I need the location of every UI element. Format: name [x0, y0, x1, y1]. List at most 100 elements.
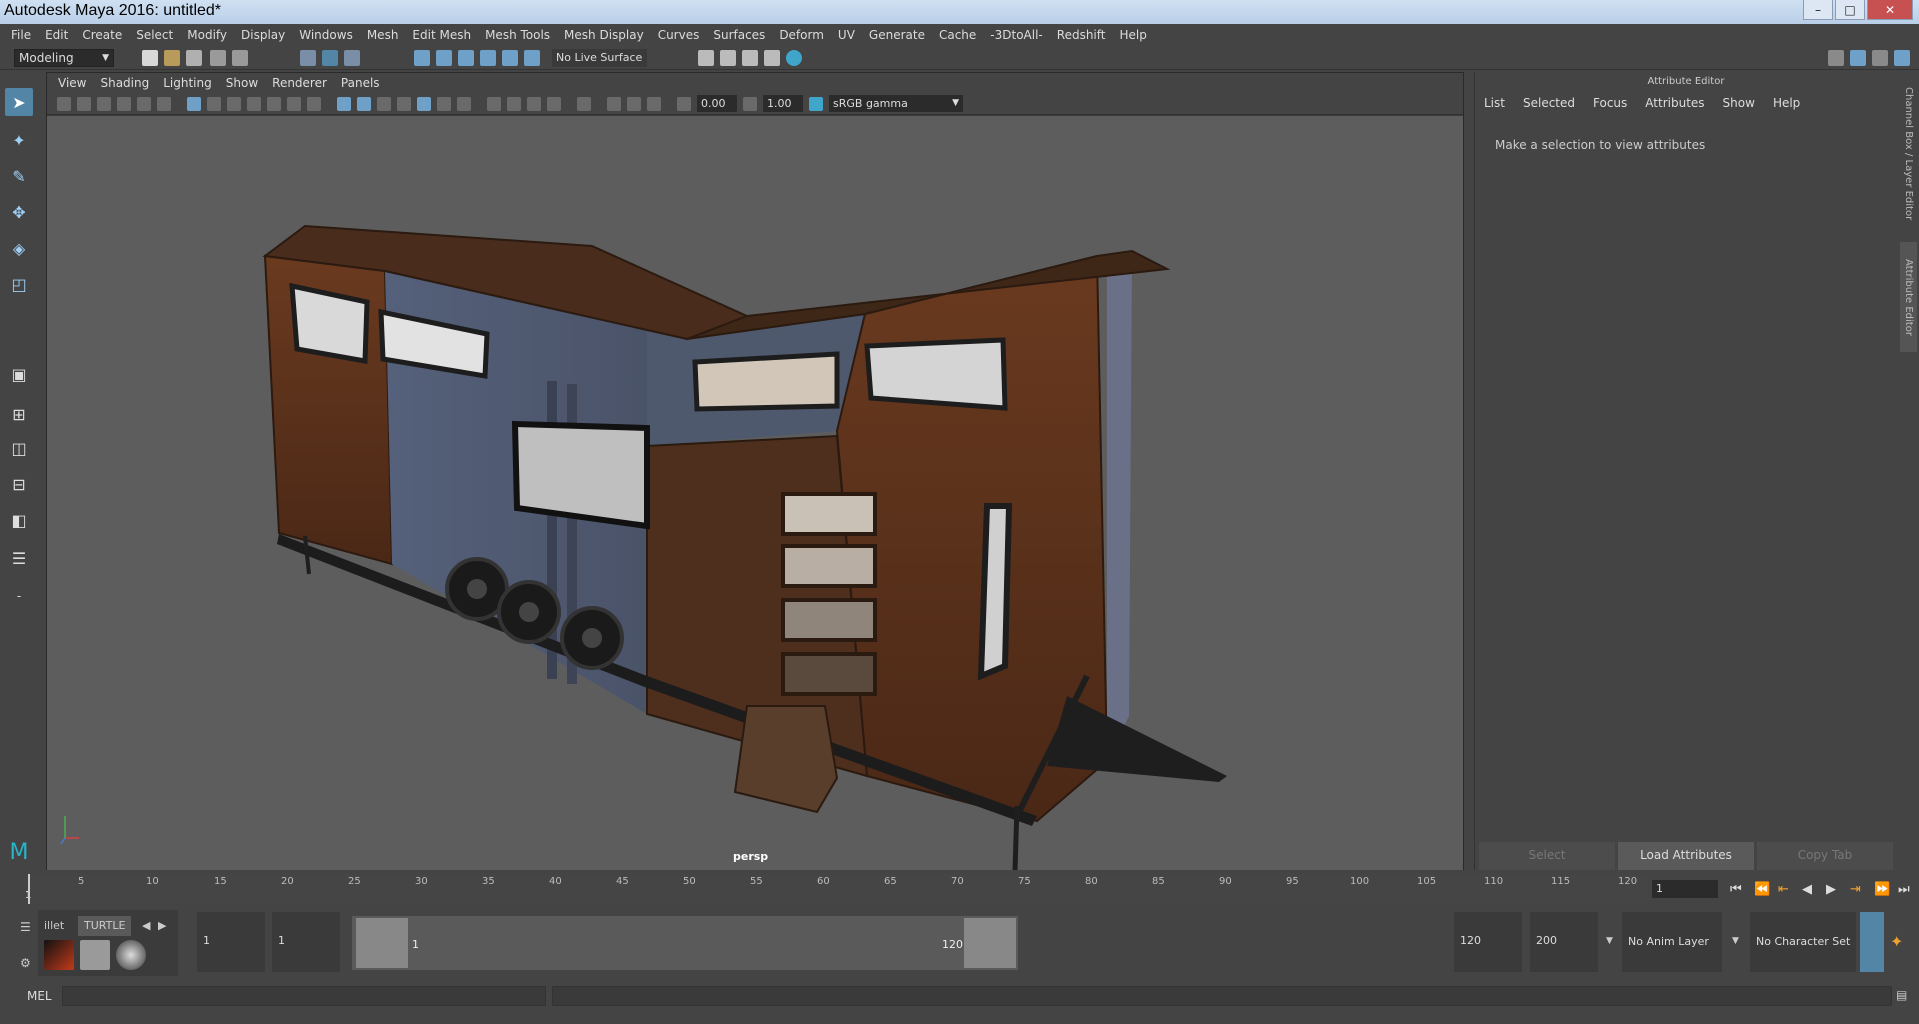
panel-menu-show[interactable]: Show [219, 76, 265, 90]
menu-generate[interactable]: Generate [862, 28, 932, 42]
isolate-select-icon[interactable] [577, 97, 591, 111]
menu-curves[interactable]: Curves [651, 28, 707, 42]
turtle-render-icon[interactable] [44, 940, 74, 970]
panel-menu-view[interactable]: View [51, 76, 93, 90]
lasso-tool-icon[interactable]: ✦ [5, 126, 33, 154]
paint-select-tool-icon[interactable]: ✎ [5, 162, 33, 190]
go-to-end-icon[interactable]: ⏭ [1898, 882, 1910, 897]
xray-components-icon[interactable] [627, 97, 641, 111]
ipr-render-icon[interactable] [742, 50, 758, 66]
shadows-icon[interactable] [457, 97, 471, 111]
ae-menu-show[interactable]: Show [1714, 96, 1764, 116]
live-surface-field[interactable]: No Live Surface [552, 49, 647, 67]
range-end-handle[interactable] [964, 918, 1016, 968]
step-forward-frame-icon[interactable]: ⏩ [1874, 882, 1890, 897]
layout-two-side-icon[interactable]: ◫ [5, 434, 33, 462]
current-frame-field[interactable]: 1 [1652, 880, 1718, 898]
ae-menu-focus[interactable]: Focus [1584, 96, 1636, 116]
wireframe-on-shaded-icon[interactable] [377, 97, 391, 111]
render-settings-icon[interactable] [698, 50, 714, 66]
make-live-icon[interactable] [524, 50, 540, 66]
grid-icon[interactable] [187, 97, 201, 111]
go-to-start-icon[interactable]: ⏮ [1730, 882, 1742, 897]
layout-persp-graph-icon[interactable]: ◧ [5, 506, 33, 534]
tab-channel-box[interactable]: Channel Box / Layer Editor [1900, 84, 1917, 224]
close-button[interactable]: ✕ [1867, 0, 1913, 20]
menu-set-dropdown[interactable]: Modeling ▼ [14, 49, 114, 67]
play-forward-icon[interactable]: ▶ [1826, 882, 1836, 897]
channel-box-toggle-icon[interactable] [1894, 50, 1910, 66]
menu-help[interactable]: Help [1112, 28, 1153, 42]
turtle-bake-icon[interactable] [80, 940, 110, 970]
xray-joints-icon[interactable] [607, 97, 621, 111]
ae-menu-attributes[interactable]: Attributes [1636, 96, 1713, 116]
bookmark-icon[interactable] [97, 97, 111, 111]
shelf-menu-icon[interactable]: ☰ [20, 920, 31, 934]
3d-viewport[interactable]: persp [47, 116, 1463, 870]
film-gate-icon[interactable] [207, 97, 221, 111]
shelf-tab-rigging[interactable]: illet [38, 916, 70, 936]
time-indicator[interactable] [28, 874, 30, 904]
camera-attributes-icon[interactable] [77, 97, 91, 111]
step-back-key-icon[interactable]: ⇤ [1778, 882, 1789, 897]
chevron-down-icon[interactable]: ▼ [1606, 936, 1613, 946]
script-language-label[interactable]: MEL [27, 989, 52, 1003]
select-button[interactable]: Select [1479, 842, 1615, 870]
view-transform-dropdown[interactable]: sRGB gamma ▼ [829, 95, 963, 112]
menu-surfaces[interactable]: Surfaces [706, 28, 772, 42]
menu-edit[interactable]: Edit [38, 28, 75, 42]
color-management-icon[interactable] [809, 97, 823, 111]
tab-attribute-editor[interactable]: Attribute Editor [1900, 242, 1917, 352]
panel-menu-shading[interactable]: Shading [93, 76, 156, 90]
select-tool-icon[interactable]: ➤ [5, 88, 33, 116]
snap-curve-icon[interactable] [436, 50, 452, 66]
panel-menu-renderer[interactable]: Renderer [265, 76, 334, 90]
camera-frame-icon[interactable] [647, 97, 661, 111]
menu-create[interactable]: Create [75, 28, 129, 42]
playback-end-field[interactable]: 120 [1454, 912, 1522, 972]
gamma-icon[interactable] [743, 97, 757, 111]
scene-end-field[interactable]: 200 [1530, 912, 1598, 972]
menu-display[interactable]: Display [234, 28, 292, 42]
panel-menu-panels[interactable]: Panels [334, 76, 387, 90]
script-editor-icon[interactable]: ▤ [1896, 988, 1907, 1002]
textured-icon[interactable] [417, 97, 431, 111]
rotate-tool-icon[interactable]: ◈ [5, 234, 33, 262]
menu-uv[interactable]: UV [831, 28, 862, 42]
grease-pencil-icon[interactable] [157, 97, 171, 111]
copy-tab-button[interactable]: Copy Tab [1757, 842, 1893, 870]
step-forward-key-icon[interactable]: ⇥ [1850, 882, 1861, 897]
ambient-occlusion-icon[interactable] [487, 97, 501, 111]
shelf-scroll-right-icon[interactable]: ▶ [158, 916, 166, 936]
gate-mask-icon[interactable] [247, 97, 261, 111]
new-scene-icon[interactable] [142, 50, 158, 66]
character-set-dropdown[interactable]: No Character Set [1750, 912, 1856, 972]
anim-layer-dropdown[interactable]: No Anim Layer [1622, 912, 1722, 972]
playback-range-slider[interactable]: 1 120 [352, 916, 1018, 970]
auto-key-icon[interactable] [1860, 912, 1884, 972]
play-backward-icon[interactable]: ◀ [1802, 882, 1812, 897]
scale-tool-icon[interactable]: ◰ [5, 270, 33, 298]
modeling-toolkit-icon[interactable] [1828, 50, 1844, 66]
snap-point-icon[interactable] [458, 50, 474, 66]
gamma-field[interactable]: 1.00 [763, 95, 803, 112]
command-input[interactable] [62, 986, 546, 1006]
select-component-icon[interactable] [344, 50, 360, 66]
load-attributes-button[interactable]: Load Attributes [1618, 842, 1754, 870]
smooth-shade-icon[interactable] [357, 97, 371, 111]
move-tool-icon[interactable]: ✥ [5, 198, 33, 226]
menu-mesh-tools[interactable]: Mesh Tools [478, 28, 557, 42]
tool-settings-icon[interactable] [1872, 50, 1888, 66]
layout-single-icon[interactable]: ▣ [5, 360, 33, 388]
ae-menu-help[interactable]: Help [1764, 96, 1809, 116]
scene-start-field[interactable]: 1 [197, 912, 265, 972]
xray-icon[interactable] [397, 97, 411, 111]
ae-menu-selected[interactable]: Selected [1514, 96, 1584, 116]
panel-menu-lighting[interactable]: Lighting [156, 76, 219, 90]
menu-select[interactable]: Select [129, 28, 180, 42]
menu-3dtoall[interactable]: -3DtoAll- [983, 28, 1049, 42]
menu-cache[interactable]: Cache [932, 28, 983, 42]
menu-file[interactable]: File [4, 28, 38, 42]
turtle-shader-icon[interactable] [116, 940, 146, 970]
snap-projected-icon[interactable] [480, 50, 496, 66]
